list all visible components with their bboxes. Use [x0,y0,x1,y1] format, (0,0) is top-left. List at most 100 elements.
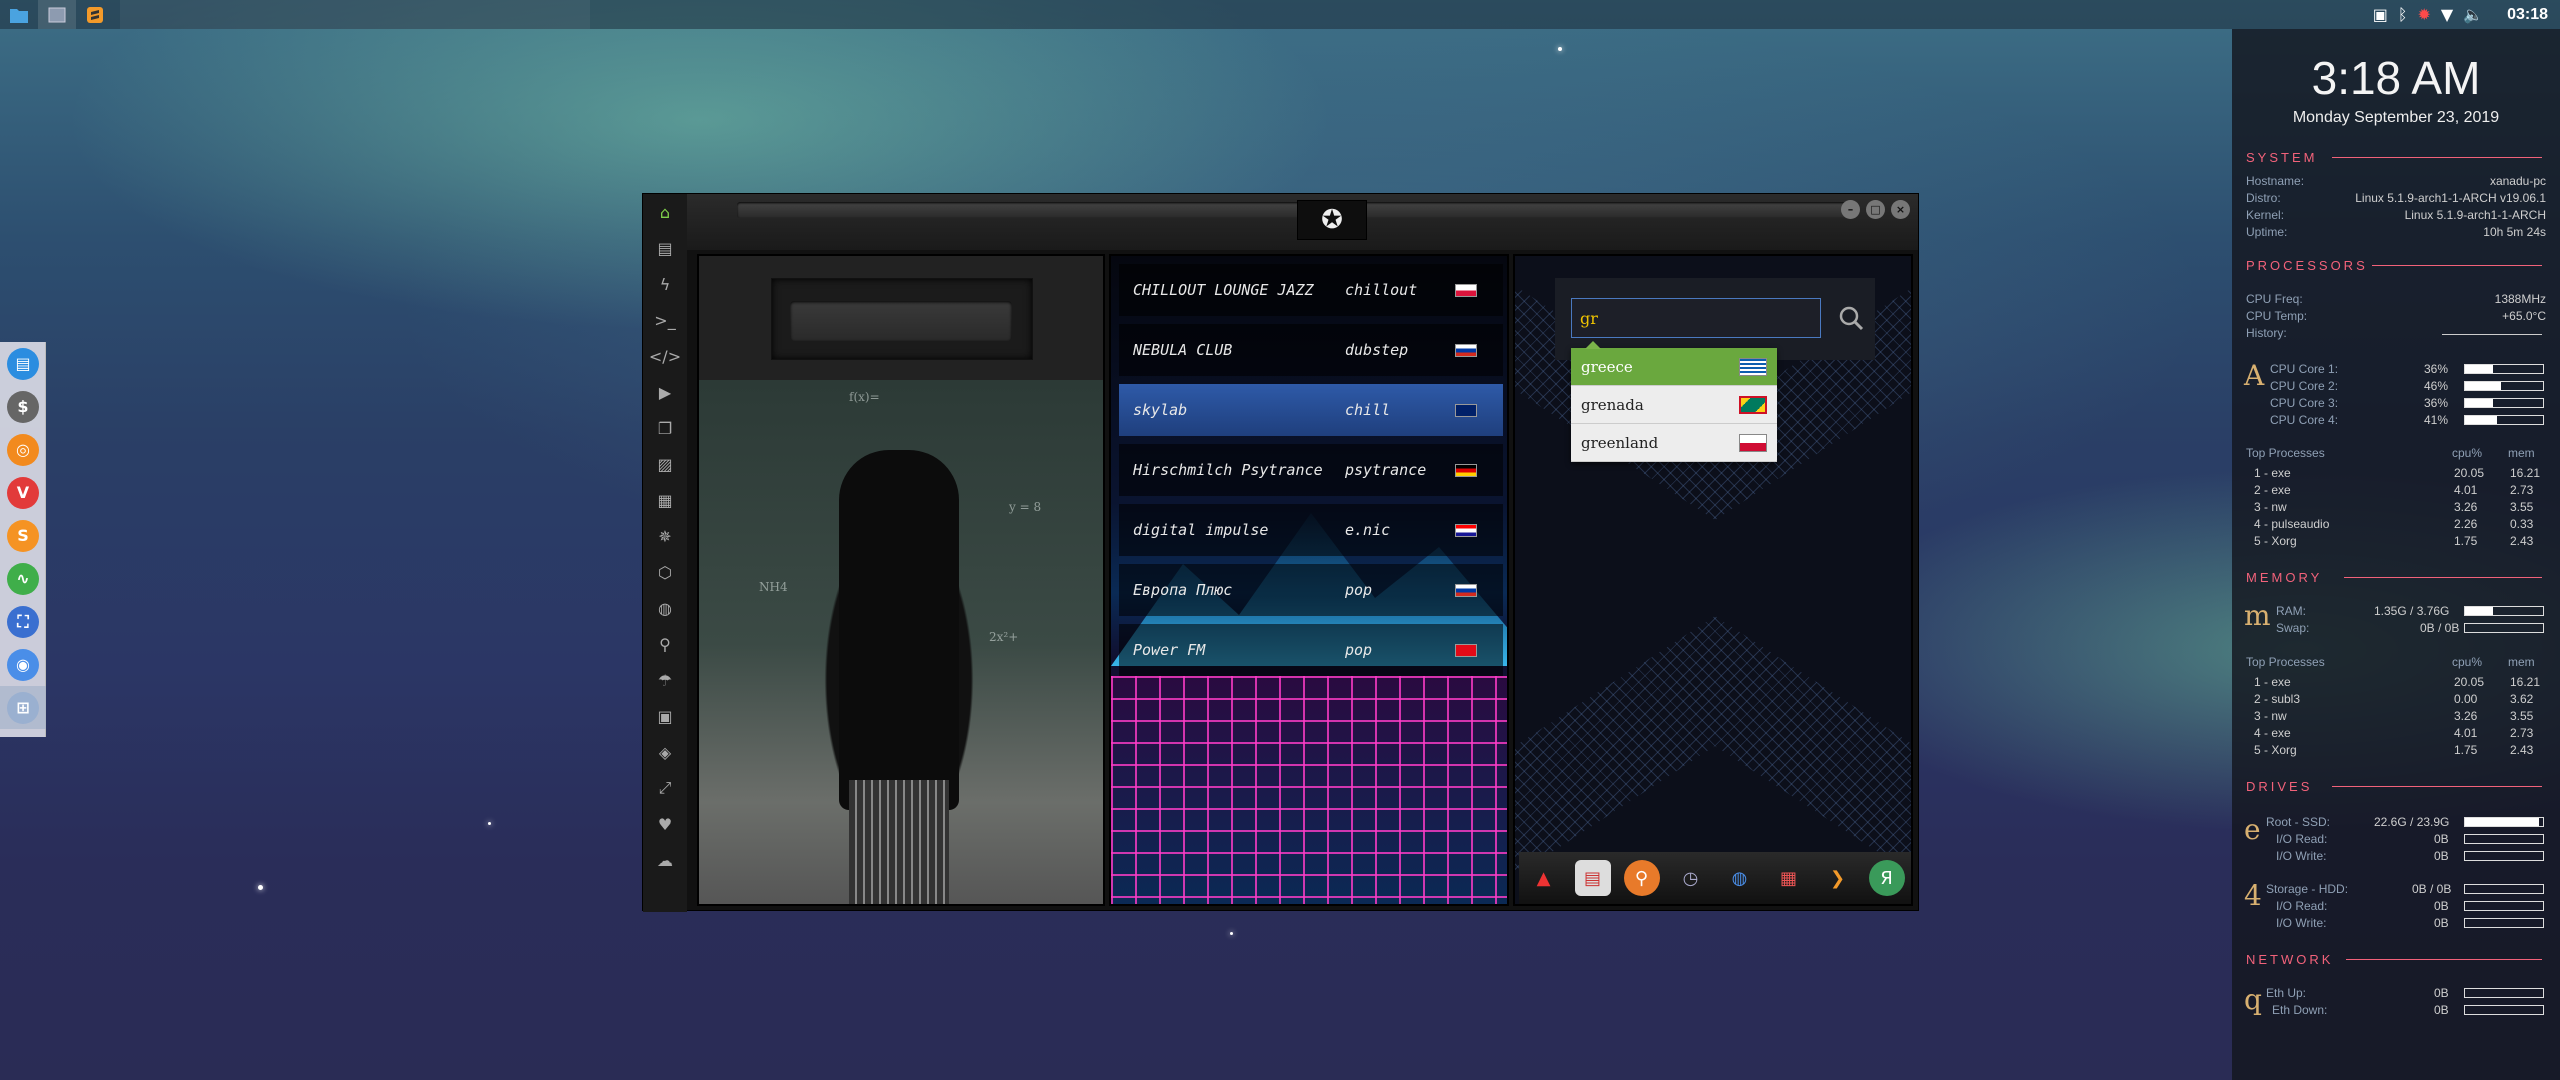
station-row[interactable]: Power FM pop [1119,624,1503,676]
news-icon[interactable]: ▦ [643,482,687,518]
files-icon: ▤ [7,347,39,380]
io-write-bar [2464,918,2544,928]
dock-screenshot[interactable]: ⛶ [0,600,46,643]
dock-files[interactable]: ▤ [0,342,46,385]
conky-date: Monday September 23, 2019 [2292,109,2500,126]
star [1558,47,1562,51]
proc-name: 2 - exe [2254,483,2291,497]
station-name: CHILLOUT LOUNGE JAZZ [1133,281,1314,299]
station-row-selected[interactable]: skylab chill [1119,384,1503,436]
rebel-icon[interactable]: ✵ [643,518,687,554]
bluetooth-icon[interactable]: ᛒ [2398,5,2408,24]
col-cpu: cpu% [2452,655,2483,669]
task-files-button[interactable] [0,0,38,29]
station-row[interactable]: CHILLOUT LOUNGE JAZZ chillout [1119,264,1503,316]
ram-bar [2464,606,2544,616]
core-value: 41% [2424,413,2449,427]
left-dock: ▤ $ ◎ V S ∿ ⛶ ◉ ⊞ [0,342,46,737]
dock-vivaldi[interactable]: V [0,471,46,514]
launcher-globe-icon[interactable]: ◍ [1722,860,1758,896]
flag-gb-icon [1455,403,1477,417]
dock-ubuntu[interactable]: ◎ [0,428,46,471]
swap-bar [2464,623,2544,633]
maximize-button[interactable]: □ [1866,200,1885,219]
terminal-prompt-icon[interactable]: >_ [643,302,687,338]
section-processors-title: PROCESSORS [2246,258,2368,273]
minimize-button[interactable]: – [1841,200,1860,219]
launcher-calendar-icon[interactable]: ▦ [1771,860,1807,896]
country-search-input[interactable] [1571,298,1821,338]
top-panel: ▣ ᛒ ✹ ▼ 🔈 03:18 [0,0,2560,29]
proc-cpu: 4.01 [2454,726,2478,740]
station-row[interactable]: Европа Плюс pop [1119,564,1503,616]
document-icon[interactable]: ▤ [643,230,687,266]
launcher-search-icon[interactable]: ⚲ [1623,860,1660,896]
settings-icon[interactable]: ✹ [2417,5,2430,24]
drive-glyph: e [2244,813,2261,846]
heart-icon[interactable]: ♥ [643,806,687,842]
search-icon[interactable]: ⚲ [643,626,687,662]
now-playing-display [771,278,1033,360]
flag-gd-icon [1739,395,1767,414]
storage-label: Storage - HDD: [2266,882,2349,896]
diamond-code-icon[interactable]: ◈ [643,734,687,770]
launcher-arrow-icon[interactable]: ❯ [1820,860,1856,896]
screenshot-icon[interactable]: ▣ [2373,5,2388,24]
station-genre: chill [1345,401,1391,419]
dock-monitor[interactable]: ∿ [0,557,46,600]
close-button[interactable]: × [1891,200,1910,219]
search-button[interactable] [1833,300,1869,336]
suggestion-item[interactable]: greece [1571,348,1777,386]
proc-mem: 3.62 [2510,692,2534,706]
suggestion-item[interactable]: grenada [1571,386,1777,424]
volume-icon[interactable]: 🔈 [2463,5,2483,24]
home-icon[interactable]: ⌂ [643,194,687,230]
launcher-yandex-icon[interactable]: Я [1868,860,1905,896]
dock-terminal[interactable]: $ [0,385,46,428]
suggestion-item[interactable]: greenland [1571,424,1777,462]
proc-mem: 0.33 [2510,517,2534,531]
station-row[interactable]: NEBULA CLUB dubstep [1119,324,1503,376]
cpu-history-label: History: [2246,326,2287,340]
core-bar [2464,415,2544,425]
proc-mem: 2.43 [2510,534,2534,548]
launcher-clock-icon[interactable]: ◷ [1673,860,1709,896]
title-bar[interactable]: ✪ – □ × [687,194,1918,250]
top-processes-title: Top Processes [2246,446,2325,460]
top-clock[interactable]: 03:18 [2507,6,2548,24]
dock-sublime[interactable]: S [0,514,46,557]
play-icon[interactable]: ▶ [643,374,687,410]
wifi-icon[interactable]: ▼ [2441,5,2453,24]
vivaldi-icon: V [7,476,39,509]
copy-icon[interactable]: ❐ [643,410,687,446]
launcher-alert-icon[interactable]: ▲ [1526,860,1562,896]
sublime-s-icon: S [7,519,39,552]
station-row[interactable]: digital impulse e.nic [1119,504,1503,556]
root-bar [2464,817,2544,827]
image-icon[interactable]: ▨ [643,446,687,482]
contact-icon[interactable]: ▣ [643,698,687,734]
dock-grid[interactable]: ⊞ [0,686,46,729]
col-mem: mem [2508,655,2535,669]
chalk-text: 2x²+ [989,630,1019,644]
core-label: CPU Core 4: [2270,413,2339,427]
proc-name: 3 - nw [2254,500,2287,514]
expand-icon[interactable]: ⤢ [643,770,687,806]
umbrella-icon[interactable]: ☂ [643,662,687,698]
hexagon-icon[interactable]: ⬡ [643,554,687,590]
flag-hr-icon [1455,523,1477,537]
eth-down-label: Eth Down: [2272,1003,2328,1017]
swap-label: Swap: [2276,621,2310,635]
task-sublime-button[interactable] [76,0,114,29]
task-window-button[interactable] [38,0,76,29]
dock-chrome[interactable]: ◉ [0,643,46,686]
suggestion-label: grenada [1581,395,1644,414]
code-icon[interactable]: </> [643,338,687,374]
chalk-text: NH4 [759,580,788,594]
launcher-news-icon[interactable]: ▤ [1574,860,1611,896]
cloud-icon[interactable]: ☁ [643,842,687,878]
lightning-icon[interactable]: ϟ [643,266,687,302]
globe-icon[interactable]: ◍ [643,590,687,626]
station-row[interactable]: Hirschmilch Psytrance psytrance [1119,444,1503,496]
sys-value: xanadu-pc [2489,174,2546,188]
